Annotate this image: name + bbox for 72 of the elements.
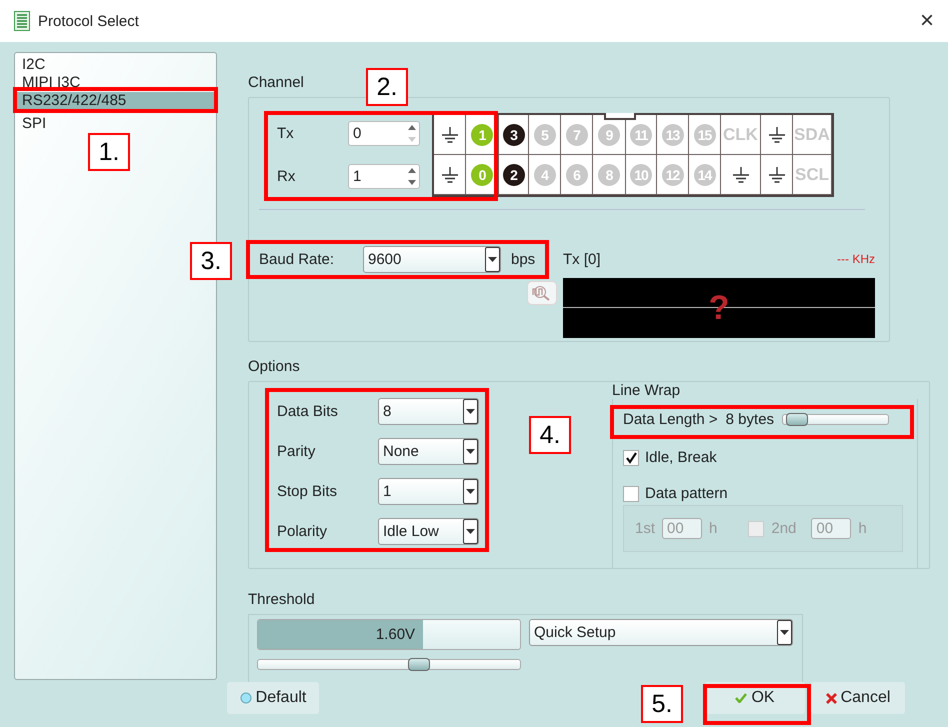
slider-thumb[interactable] bbox=[408, 658, 430, 671]
section-title: Options bbox=[248, 358, 300, 375]
protocol-item[interactable]: SPI bbox=[17, 115, 214, 133]
field-label: Data Bits bbox=[277, 403, 339, 420]
pin-number: 0 bbox=[471, 164, 493, 186]
step-number: 1. bbox=[88, 133, 130, 171]
rx-spinner[interactable]: 1 bbox=[348, 164, 420, 189]
ground-icon bbox=[440, 126, 458, 142]
threshold-slider[interactable] bbox=[257, 659, 521, 670]
cross-icon bbox=[826, 692, 837, 704]
pin-number: 2 bbox=[502, 164, 524, 186]
slider-thumb[interactable] bbox=[786, 413, 808, 426]
step-number: 2. bbox=[366, 68, 408, 106]
group-title: Line Wrap bbox=[612, 382, 682, 399]
baud-rate-dropdown[interactable]: 9600 bbox=[363, 246, 501, 273]
field-label: Baud Rate: bbox=[259, 251, 336, 268]
field-label: 2nd bbox=[771, 520, 796, 537]
field-label: Parity bbox=[277, 443, 316, 460]
option-dropdown[interactable]: 1 bbox=[378, 478, 479, 505]
field-label: Data Length > bbox=[623, 411, 718, 428]
protocol-item[interactable]: RS232/422/485 bbox=[17, 92, 214, 110]
field-label: 1st bbox=[635, 520, 656, 537]
section-title: Threshold bbox=[248, 591, 315, 608]
ground-icon bbox=[768, 126, 786, 142]
pin-number: 1 bbox=[471, 124, 493, 146]
caret-icon bbox=[466, 409, 475, 414]
checkbox[interactable] bbox=[748, 520, 764, 536]
tx-spinner[interactable]: 0 bbox=[348, 121, 420, 146]
checkmark-icon bbox=[625, 452, 637, 464]
field-label: Polarity bbox=[277, 523, 328, 540]
unit-label: h bbox=[858, 520, 867, 537]
unit-label: h bbox=[709, 520, 718, 537]
unit-label: bps bbox=[511, 251, 536, 268]
default-button[interactable]: Default bbox=[227, 682, 319, 714]
step-number: 5. bbox=[641, 685, 683, 723]
option-dropdown[interactable]: 8 bbox=[378, 398, 479, 425]
caret-icon bbox=[488, 257, 497, 262]
close-button[interactable]: × bbox=[916, 7, 938, 35]
window-title: Protocol Select bbox=[38, 12, 140, 30]
data-length-slider[interactable] bbox=[782, 414, 890, 425]
document-icon bbox=[14, 11, 30, 31]
ground-icon bbox=[732, 166, 750, 182]
frequency-reading: --- KHz bbox=[837, 252, 875, 266]
pin-number: 3 bbox=[502, 124, 524, 146]
field-label: Tx bbox=[277, 125, 295, 142]
option-dropdown[interactable]: Idle Low bbox=[378, 518, 479, 545]
field-label: Stop Bits bbox=[277, 483, 338, 500]
circle-icon bbox=[240, 692, 252, 704]
step-number: 4. bbox=[529, 416, 571, 454]
caret-icon bbox=[466, 529, 475, 534]
checkbox[interactable] bbox=[623, 486, 639, 502]
ground-icon bbox=[768, 166, 786, 182]
waveform-zoom-button[interactable] bbox=[527, 281, 557, 305]
preset-dropdown[interactable]: Quick Setup bbox=[529, 619, 793, 646]
protocol-item[interactable]: MIPI I3C bbox=[17, 74, 214, 92]
scope-title: Tx [0] bbox=[563, 250, 601, 268]
cancel-button[interactable]: Cancel bbox=[811, 682, 905, 714]
checkbox-label: Idle, Break bbox=[645, 449, 717, 466]
checkmark-icon bbox=[735, 693, 748, 703]
option-dropdown[interactable]: None bbox=[378, 438, 479, 465]
caret-icon bbox=[466, 489, 475, 494]
caret-icon bbox=[466, 449, 475, 454]
threshold-fill: 1.60V bbox=[258, 620, 424, 649]
ground-icon bbox=[440, 166, 458, 182]
field-label: Rx bbox=[277, 168, 296, 185]
value-label: 8 bytes bbox=[726, 411, 774, 428]
step-number: 3. bbox=[190, 242, 232, 280]
checkbox[interactable] bbox=[623, 450, 639, 466]
caret-icon bbox=[780, 630, 789, 635]
section-title: Channel bbox=[248, 74, 304, 91]
protocol-item[interactable]: I2C bbox=[17, 56, 214, 74]
checkbox-label: Data pattern bbox=[645, 485, 728, 502]
